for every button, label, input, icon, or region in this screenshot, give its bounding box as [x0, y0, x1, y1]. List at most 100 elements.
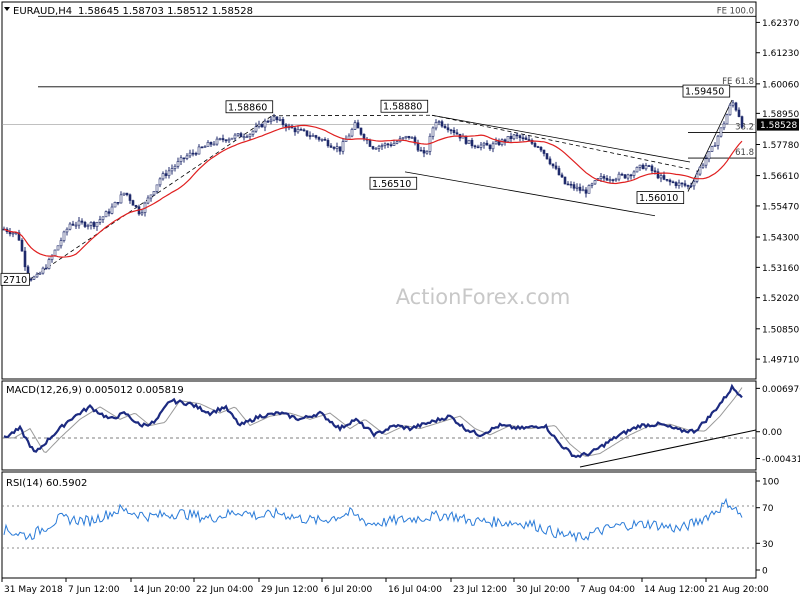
- candle: [683, 180, 687, 188]
- candle: [449, 128, 453, 135]
- candle: [578, 183, 582, 194]
- time-tick-label: 23 Jul 12:00: [453, 585, 507, 595]
- rsi-line: [3, 497, 743, 543]
- candle: [329, 143, 333, 148]
- chart-canvas: ActionForex.com FE 100.0FE 61.838.261.8 …: [0, 1, 800, 595]
- candle: [482, 141, 486, 149]
- candle: [644, 162, 648, 171]
- candle: [212, 140, 216, 146]
- candle: [419, 146, 423, 152]
- candle: [383, 142, 387, 149]
- candle: [110, 203, 114, 215]
- candle: [551, 163, 555, 169]
- candle: [590, 182, 594, 189]
- rsi-tick-label: 100: [762, 478, 779, 488]
- candle: [182, 157, 186, 163]
- candle: [407, 135, 411, 140]
- candle: [62, 230, 66, 243]
- symbol-label: EURAUD,H4: [13, 6, 72, 17]
- candle: [101, 216, 105, 223]
- candle: [623, 174, 627, 179]
- macd-axis: 0.006976 0.00 -0.00431: [756, 385, 800, 465]
- candle: [521, 134, 525, 142]
- candle: [629, 173, 633, 180]
- candle: [530, 138, 534, 146]
- candle: [440, 119, 444, 128]
- candle: [389, 142, 393, 148]
- candle: [701, 163, 705, 169]
- candle: [341, 137, 345, 155]
- candle: [77, 217, 81, 229]
- candle: [47, 257, 51, 270]
- candle: [737, 107, 741, 118]
- candle: [320, 138, 324, 142]
- candle: [68, 222, 72, 231]
- candle: [488, 143, 492, 151]
- chart-header: EURAUD,H4 1.58645 1.58703 1.58512 1.5852…: [4, 6, 253, 17]
- macd-line: [3, 383, 743, 459]
- candle: [194, 151, 198, 157]
- price-label: 1.58880: [383, 102, 422, 113]
- candle: [425, 150, 429, 155]
- candle: [356, 119, 360, 129]
- ohlc-values: 1.58645 1.58703 1.58512 1.58528: [78, 6, 253, 17]
- trend-line: [404, 171, 656, 217]
- price-tick-label: 1.60060: [762, 80, 799, 90]
- candle: [641, 163, 645, 170]
- candle: [131, 199, 135, 206]
- candle: [350, 127, 354, 138]
- candle: [20, 238, 24, 252]
- candle: [626, 173, 630, 181]
- candle: [32, 275, 36, 280]
- candle: [458, 133, 462, 142]
- moving-average-line: [3, 124, 743, 258]
- candle: [560, 172, 564, 179]
- candle: [611, 178, 615, 183]
- time-tick-label: 31 May 2018: [4, 585, 63, 595]
- candle: [575, 183, 579, 192]
- candle: [569, 181, 573, 189]
- candle: [467, 139, 471, 144]
- rsi-tick-label: 70: [762, 504, 774, 514]
- candle: [413, 135, 417, 146]
- candle: [377, 144, 381, 152]
- candle: [50, 254, 54, 263]
- candle: [734, 101, 738, 112]
- price-tick-label: 1.61230: [762, 49, 799, 59]
- candle: [224, 139, 228, 143]
- candle: [218, 137, 222, 141]
- candle: [128, 193, 132, 204]
- collapse-triangle-icon[interactable]: [4, 7, 10, 11]
- candle: [140, 209, 144, 216]
- time-tick-label: 14 Aug 12:00: [644, 585, 705, 595]
- candle: [272, 113, 276, 122]
- candle: [179, 155, 183, 166]
- candle: [254, 122, 258, 133]
- last-price-label: 1.58528: [760, 121, 797, 131]
- candle: [557, 165, 561, 176]
- candle: [338, 146, 342, 155]
- candle: [59, 237, 63, 249]
- candle: [548, 156, 552, 166]
- candle: [278, 116, 282, 122]
- price-tick-label: 1.55470: [762, 202, 799, 212]
- candle: [161, 171, 165, 181]
- candle: [719, 127, 723, 138]
- time-tick-label: 30 Jul 20:00: [516, 585, 570, 595]
- candle: [209, 141, 213, 148]
- candle: [386, 142, 390, 149]
- candle: [119, 191, 123, 204]
- candle: [92, 220, 96, 230]
- candle: [647, 164, 651, 167]
- trend-line: [687, 99, 733, 192]
- macd-tick-label: 0.006976: [762, 385, 800, 395]
- trend-line: [431, 114, 691, 163]
- macd-trendline: [579, 429, 757, 468]
- chart-window: ActionForex.com FE 100.0 FE 61.8 38.2 61.8 …: [0, 0, 800, 600]
- candle: [80, 218, 84, 225]
- candle: [581, 185, 585, 192]
- candle: [230, 137, 234, 140]
- candle: [185, 153, 189, 161]
- price-tick-label: 1.58950: [762, 110, 799, 120]
- macd-tick-label: 0.00: [762, 428, 782, 438]
